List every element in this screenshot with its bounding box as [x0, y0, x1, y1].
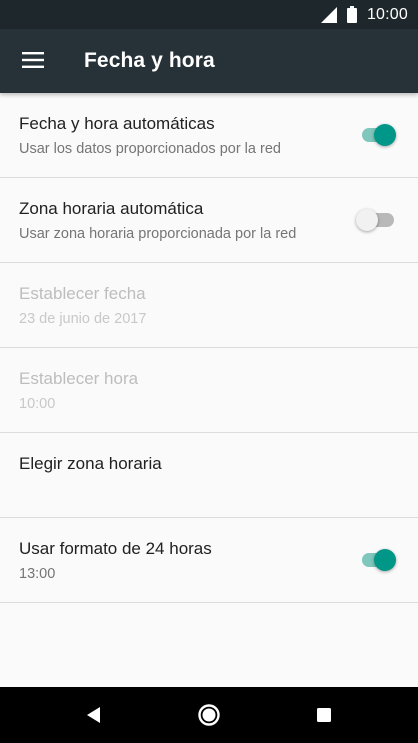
- battery-icon: [346, 6, 357, 23]
- setting-summary: Usar los datos proporcionados por la red: [19, 141, 281, 157]
- setting-summary: Usar zona horaria proporcionada por la r…: [19, 226, 297, 242]
- status-time: 10:00: [366, 5, 408, 23]
- setting-title: Zona horaria automática: [19, 199, 204, 218]
- page-title: Fecha y hora: [84, 49, 215, 72]
- setting-select-timezone[interactable]: Elegir zona horaria: [0, 433, 418, 518]
- signal-icon: [320, 6, 337, 23]
- recents-button[interactable]: [310, 701, 338, 729]
- auto-timezone-switch[interactable]: [356, 209, 396, 231]
- switch-thumb: [356, 209, 378, 231]
- 24-hour-format-switch[interactable]: [358, 549, 396, 571]
- back-icon: [87, 707, 100, 723]
- hamburger-menu-icon: [22, 52, 44, 68]
- setting-title: Elegir zona horaria: [19, 454, 162, 473]
- recents-icon: [317, 708, 331, 722]
- home-icon: [198, 704, 220, 726]
- status-bar: 10:00: [0, 0, 418, 29]
- status-icons: 10:00: [320, 0, 408, 29]
- navigation-bar: [0, 687, 418, 743]
- setting-title: Usar formato de 24 horas: [19, 539, 212, 558]
- switch-thumb: [374, 549, 396, 571]
- back-button[interactable]: [80, 701, 108, 729]
- setting-auto-timezone[interactable]: Zona horaria automática Usar zona horari…: [0, 178, 418, 263]
- setting-set-date: Establecer fecha 23 de junio de 2017: [0, 263, 418, 348]
- setting-summary: 10:00: [19, 396, 56, 412]
- setting-summary: 13:00: [19, 566, 56, 582]
- setting-auto-date-time[interactable]: Fecha y hora automáticas Usar los datos …: [0, 93, 418, 178]
- setting-24-hour-format[interactable]: Usar formato de 24 horas 13:00: [0, 518, 418, 603]
- auto-date-time-switch[interactable]: [358, 124, 396, 146]
- setting-title: Fecha y hora automáticas: [19, 114, 215, 133]
- app-bar: Fecha y hora: [0, 29, 418, 93]
- setting-set-time: Establecer hora 10:00: [0, 348, 418, 433]
- setting-title: Establecer fecha: [19, 284, 146, 303]
- setting-title: Establecer hora: [19, 369, 139, 388]
- switch-thumb: [374, 124, 396, 146]
- settings-list: Fecha y hora automáticas Usar los datos …: [0, 93, 418, 603]
- setting-summary: 23 de junio de 2017: [19, 311, 147, 327]
- menu-button[interactable]: [10, 37, 56, 83]
- home-button[interactable]: [195, 701, 223, 729]
